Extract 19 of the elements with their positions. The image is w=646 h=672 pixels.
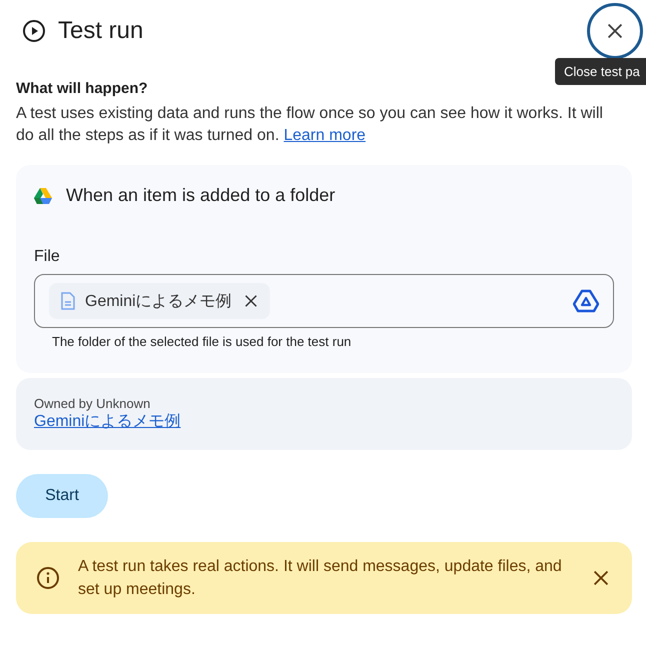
- field-label: File: [34, 248, 61, 266]
- section-heading: What will happen?: [16, 80, 149, 97]
- trigger-title: When an item is added to a folder: [66, 185, 336, 206]
- drive-picker-icon[interactable]: [573, 289, 599, 313]
- owner-text: Owned by Unknown: [34, 396, 152, 411]
- tooltip: Close test pa: [555, 58, 646, 85]
- play-icon: [22, 19, 46, 43]
- panel-title: Test run: [58, 17, 144, 45]
- file-link[interactable]: Geminiによるメモ例: [34, 413, 181, 430]
- info-icon: [36, 566, 60, 590]
- learn-more-link[interactable]: Learn more: [284, 127, 366, 144]
- drive-icon: [34, 188, 52, 204]
- warning-text: A test run takes real actions. It will send messages, update files, and set up meetings.: [78, 557, 563, 600]
- file-chip[interactable]: Geminiによるメモ例: [49, 283, 270, 319]
- helper-text: The folder of the selected file is used for the test run: [52, 334, 352, 349]
- start-button[interactable]: Start: [16, 474, 108, 518]
- file-field[interactable]: Geminiによるメモ例: [34, 274, 614, 328]
- description: A test uses existing data and runs the flow once so you can see how it works. It will do all the steps as if it was turned on. Learn more: [16, 104, 604, 146]
- document-icon: [61, 292, 75, 310]
